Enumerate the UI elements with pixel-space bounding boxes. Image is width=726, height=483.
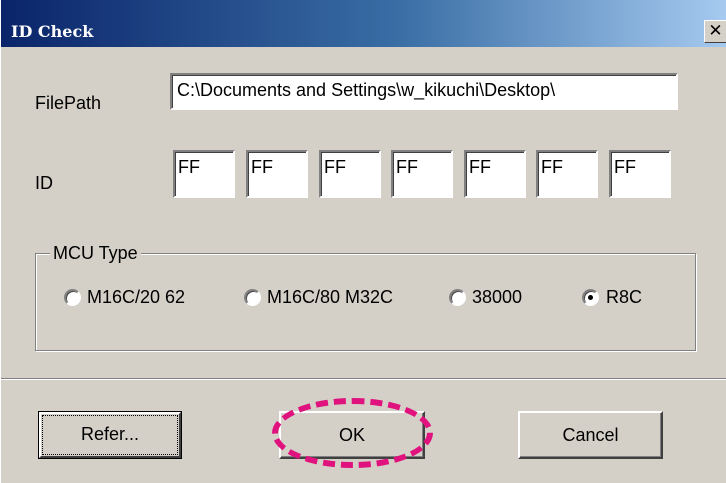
ok-button-label: OK xyxy=(338,425,365,445)
close-icon: ✕ xyxy=(708,21,723,41)
mcu-type-label: MCU Type xyxy=(50,242,141,264)
id-field-1[interactable]: FF xyxy=(173,150,235,198)
cancel-button-label: Cancel xyxy=(562,425,619,445)
id-field-2[interactable]: FF xyxy=(246,150,308,198)
radio-r8c[interactable] xyxy=(582,289,599,306)
id-field-4[interactable]: FF xyxy=(391,150,453,198)
refer-button[interactable]: Refer... xyxy=(38,411,182,459)
radio-label-r8c[interactable]: R8C xyxy=(606,286,642,308)
refer-button-label: Refer... xyxy=(80,424,140,444)
id-field-3[interactable]: FF xyxy=(319,150,381,198)
id-check-dialog: ID Check ✕ FilePath C:\Documents and Set… xyxy=(0,0,726,483)
close-button[interactable]: ✕ xyxy=(704,20,726,43)
id-field-6[interactable]: FF xyxy=(536,150,598,198)
radio-selected-dot xyxy=(588,295,593,300)
ok-button[interactable]: OK xyxy=(279,411,425,459)
id-field-7[interactable]: FF xyxy=(609,150,671,198)
radio-label-m16c-20-62[interactable]: M16C/20 62 xyxy=(87,286,185,308)
radio-m16c-80-m32c[interactable] xyxy=(244,289,261,306)
radio-38000[interactable] xyxy=(449,289,466,306)
cancel-button[interactable]: Cancel xyxy=(518,411,663,459)
separator-highlight xyxy=(1,379,726,380)
radio-label-38000[interactable]: 38000 xyxy=(472,286,522,308)
window-title: ID Check xyxy=(11,22,94,41)
filepath-input[interactable]: C:\Documents and Settings\w_kikuchi\Desk… xyxy=(170,73,678,110)
filepath-label: FilePath xyxy=(35,93,102,113)
title-bar[interactable]: ID Check ✕ xyxy=(1,0,726,47)
radio-label-m16c-80-m32c[interactable]: M16C/80 M32C xyxy=(267,286,393,308)
id-label: ID xyxy=(35,173,53,193)
radio-m16c-20-62[interactable] xyxy=(64,289,81,306)
id-field-5[interactable]: FF xyxy=(464,150,526,198)
